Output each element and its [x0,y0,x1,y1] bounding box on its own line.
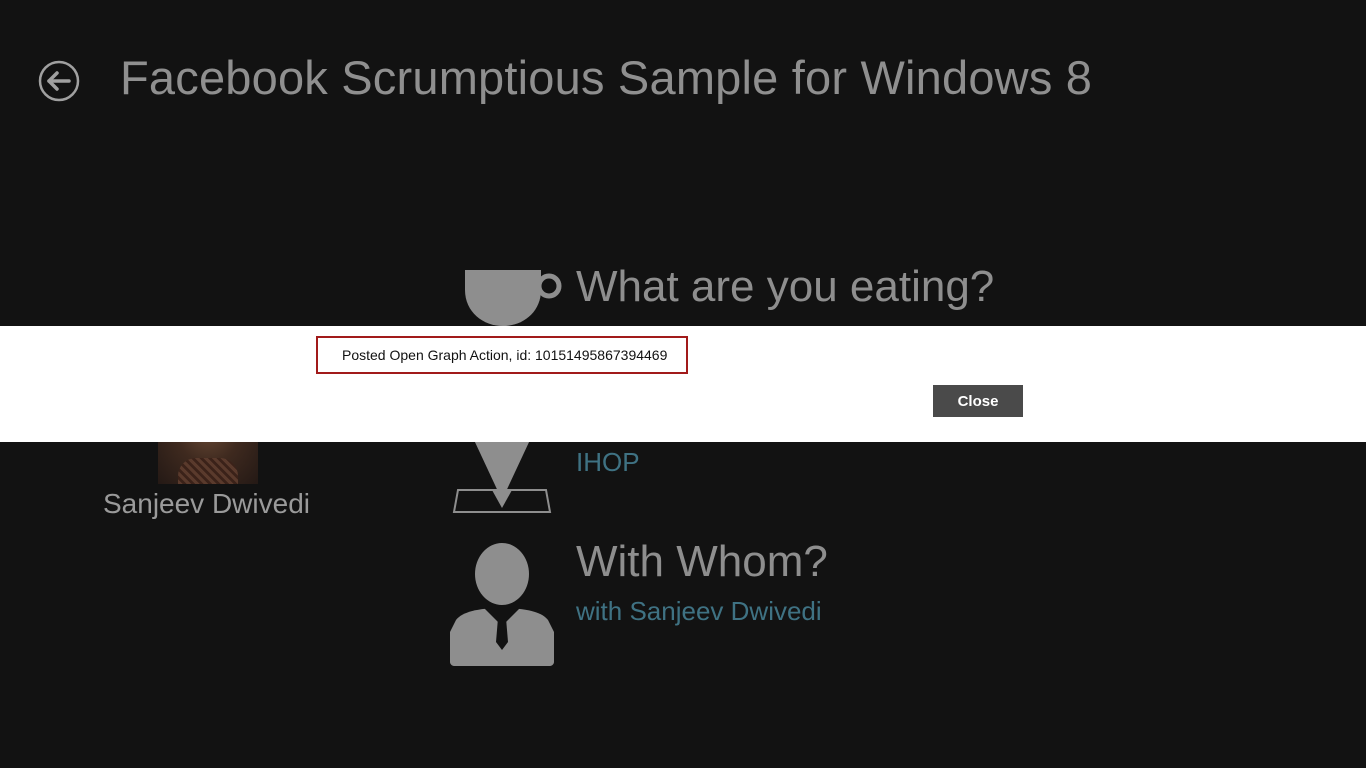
friends-value[interactable]: with Sanjeev Dwivedi [576,596,822,627]
coffee-cup-icon[interactable] [463,268,563,328]
app-root: Facebook Scrumptious Sample for Windows … [0,0,1366,768]
person-icon[interactable] [448,542,556,666]
close-button[interactable]: Close [933,385,1023,417]
location-pin-icon[interactable] [452,440,552,516]
message-dialog: Posted Open Graph Action, id: 1015149586… [0,326,1366,442]
location-value[interactable]: IHOP [576,447,640,478]
avatar-shirt [178,458,238,484]
profile-name: Sanjeev Dwivedi [103,488,310,519]
with-whom-title[interactable]: With Whom? [576,537,828,587]
back-arrow-icon [38,60,80,102]
back-button[interactable] [38,60,80,102]
eating-title[interactable]: What are you eating? [576,262,994,312]
dialog-message: Posted Open Graph Action, id: 1015149586… [316,336,688,374]
page-title: Facebook Scrumptious Sample for Windows … [120,51,1093,104]
